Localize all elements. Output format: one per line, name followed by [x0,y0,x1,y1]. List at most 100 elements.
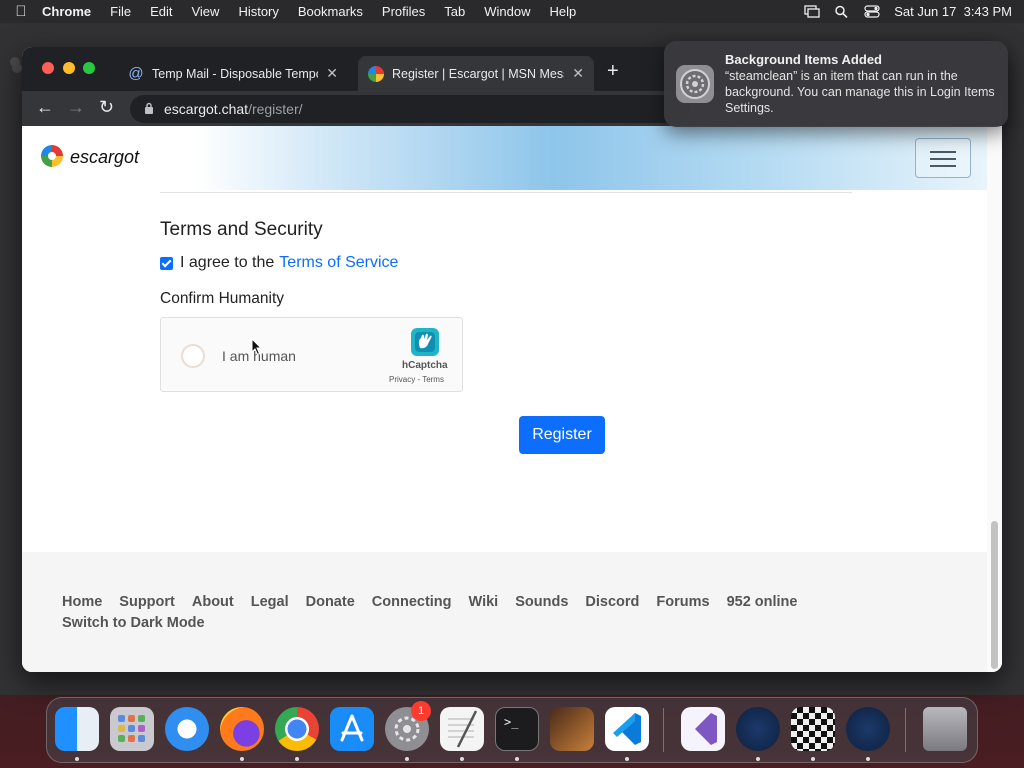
hcaptcha-widget: I am human hCaptcha Privacy - Terms [160,317,463,392]
control-center-icon[interactable] [864,5,880,18]
background-items-notification[interactable]: Background Items Added “steamclean” is a… [664,41,1008,127]
visual-studio-icon[interactable] [681,707,725,751]
terms-of-service-link[interactable]: Terms of Service [279,254,398,272]
dock-running-indicator [515,757,519,761]
terms-section-title: Terms and Security [160,219,323,240]
spotlight-search-icon[interactable] [834,5,850,19]
system-settings-icon [676,65,714,103]
vscode-icon[interactable] [605,707,649,751]
footer-link-connecting[interactable]: Connecting [372,594,452,610]
mouse-cursor-icon [251,338,263,356]
new-tab-icon[interactable]: + [607,60,619,83]
register-button[interactable]: Register [519,416,605,454]
agree-text: I agree to the [180,254,275,271]
scrollbar-thumb[interactable] [991,521,998,669]
menubar-clock[interactable]: Sat Jun 17 3:43 PM [894,4,1012,19]
site-logo[interactable]: escargot [40,143,139,171]
notification-body: “steamclean” is an item that can run in … [725,69,995,115]
tab-title: Register | Escargot | MSN Mess [392,66,565,81]
menu-bookmarks[interactable]: Bookmarks [298,4,363,19]
chess-icon[interactable] [791,707,835,751]
textedit-icon[interactable] [440,707,484,751]
hcaptcha-brand: hCaptcha [402,360,448,371]
footer-link-home[interactable]: Home [62,594,102,610]
steam-icon[interactable] [736,707,780,751]
window-minimize-button[interactable] [63,62,75,74]
terms-checkbox[interactable] [160,256,173,270]
menu-history[interactable]: History [238,4,278,19]
hamburger-bar [930,151,956,153]
terminal-icon[interactable]: >_ [495,707,539,751]
trash-icon[interactable] [923,707,967,751]
lock-icon[interactable] [144,101,154,117]
firefox-icon[interactable] [220,707,264,751]
tab-close-icon[interactable]: ✕ [326,65,338,82]
dock-running-indicator [75,757,79,761]
dock-running-indicator [240,757,244,761]
footer-link-wiki[interactable]: Wiki [469,594,499,610]
app-store-icon[interactable] [330,707,374,751]
terms-agreement: I agree to the Terms of Service [160,254,398,272]
hcaptcha-links[interactable]: Privacy - Terms [389,375,444,384]
finder-icon[interactable] [55,707,99,751]
footer-link-support[interactable]: Support [119,594,175,610]
web-page: escargot Terms and Security I agree to t… [22,126,1002,672]
menu-window[interactable]: Window [484,4,530,19]
logo-text: escargot [70,146,140,167]
confirm-humanity-label: Confirm Humanity [160,290,285,307]
screen-mirroring-icon[interactable] [804,5,820,18]
dock-running-indicator [295,757,299,761]
url-host: escargot.chat [164,101,249,117]
tab-escargot-register[interactable]: Register | Escargot | MSN Mess ✕ [358,56,594,91]
menu-view[interactable]: View [191,4,219,19]
page-scrollbar[interactable] [987,126,1002,672]
notification-title: Background Items Added [725,52,882,67]
menu-profiles[interactable]: Profiles [382,4,425,19]
dock: >_ [46,697,978,763]
chrome-window: @ Temp Mail - Disposable Tempor ✕ Regist… [22,47,1002,672]
dock-running-indicator [405,757,409,761]
escargot-icon [368,65,384,82]
menu-help[interactable]: Help [550,4,577,19]
footer-link-sounds[interactable]: Sounds [515,594,568,610]
reload-icon[interactable]: ↻ [99,97,114,118]
dock-running-indicator [460,757,464,761]
footer-link-about[interactable]: About [192,594,234,610]
menu-app-name[interactable]: Chrome [42,4,91,19]
menu-bar:  Chrome File Edit View History Bookmark… [0,0,1024,23]
apple-menu-icon[interactable]:  [0,3,42,20]
hamburger-menu-button[interactable] [915,138,971,178]
menu-file[interactable]: File [110,4,131,19]
launchpad-icon[interactable] [110,707,154,751]
site-footer: Home Support About Legal Donate Connecti… [22,552,987,672]
menu-edit[interactable]: Edit [150,4,172,19]
chrome-icon[interactable] [275,707,319,751]
steam-icon[interactable] [846,707,890,751]
escargot-logo-icon [41,145,63,167]
captcha-checkbox[interactable] [181,344,205,368]
menu-tab[interactable]: Tab [444,4,465,19]
footer-link-forums[interactable]: Forums [656,594,709,610]
tab-close-icon[interactable]: ✕ [572,65,584,82]
tab-temp-mail[interactable]: @ Temp Mail - Disposable Tempor ✕ [118,56,348,91]
window-close-button[interactable] [42,62,54,74]
back-arrow-icon[interactable]: ← [36,97,54,118]
settings-notification-badge: 1 [411,701,431,721]
footer-link-donate[interactable]: Donate [306,594,355,610]
dock-running-indicator [625,757,629,761]
bg-window-edge [12,63,22,73]
address-bar[interactable]: escargot.chat/register/ [130,95,690,123]
forward-arrow-icon[interactable]: → [67,97,85,118]
safari-icon[interactable] [165,707,209,751]
footer-link-discord[interactable]: Discord [585,594,639,610]
garageband-icon[interactable] [550,707,594,751]
dock-separator [905,708,906,752]
dark-mode-toggle[interactable]: Switch to Dark Mode [62,615,205,631]
hamburger-bar [930,165,956,167]
online-count: 952 online [726,594,798,610]
url-path: /register/ [248,101,303,117]
window-zoom-button[interactable] [83,62,95,74]
dock-running-indicator [866,757,870,761]
footer-link-legal[interactable]: Legal [251,594,289,610]
at-sign-icon: @ [128,65,144,82]
